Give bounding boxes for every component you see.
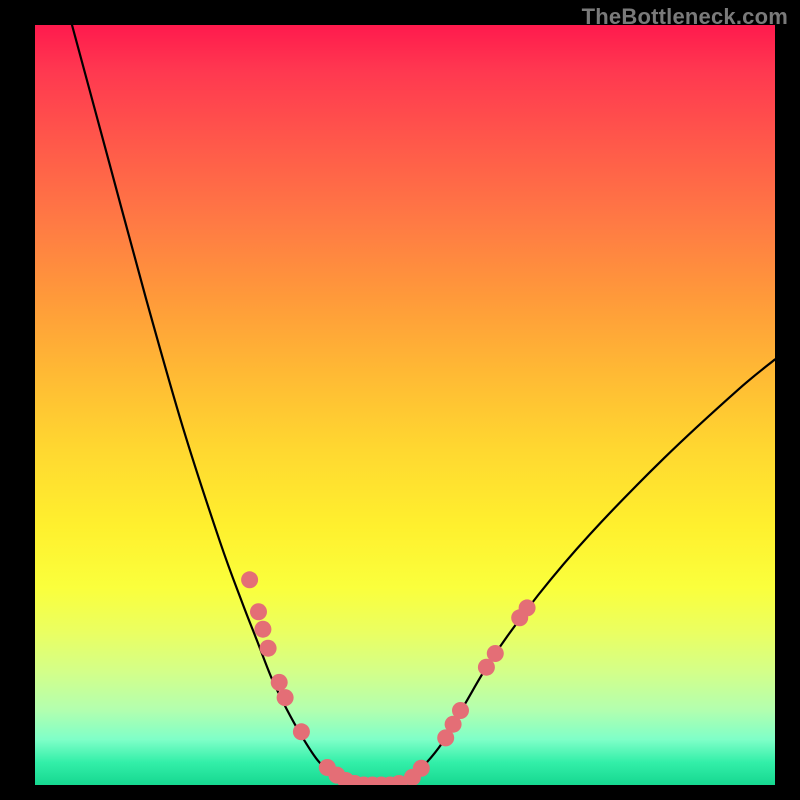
data-marker	[293, 723, 310, 740]
data-marker	[277, 689, 294, 706]
marker-group	[241, 571, 535, 785]
data-marker	[241, 571, 258, 588]
data-marker	[452, 702, 469, 719]
chart-area	[35, 25, 775, 785]
chart-svg	[35, 25, 775, 785]
bottleneck-curve	[72, 25, 775, 785]
data-marker	[487, 645, 504, 662]
data-marker	[254, 621, 271, 638]
data-marker	[519, 599, 536, 616]
data-marker	[413, 760, 430, 777]
data-marker	[260, 640, 277, 657]
data-marker	[271, 674, 288, 691]
data-marker	[250, 603, 267, 620]
